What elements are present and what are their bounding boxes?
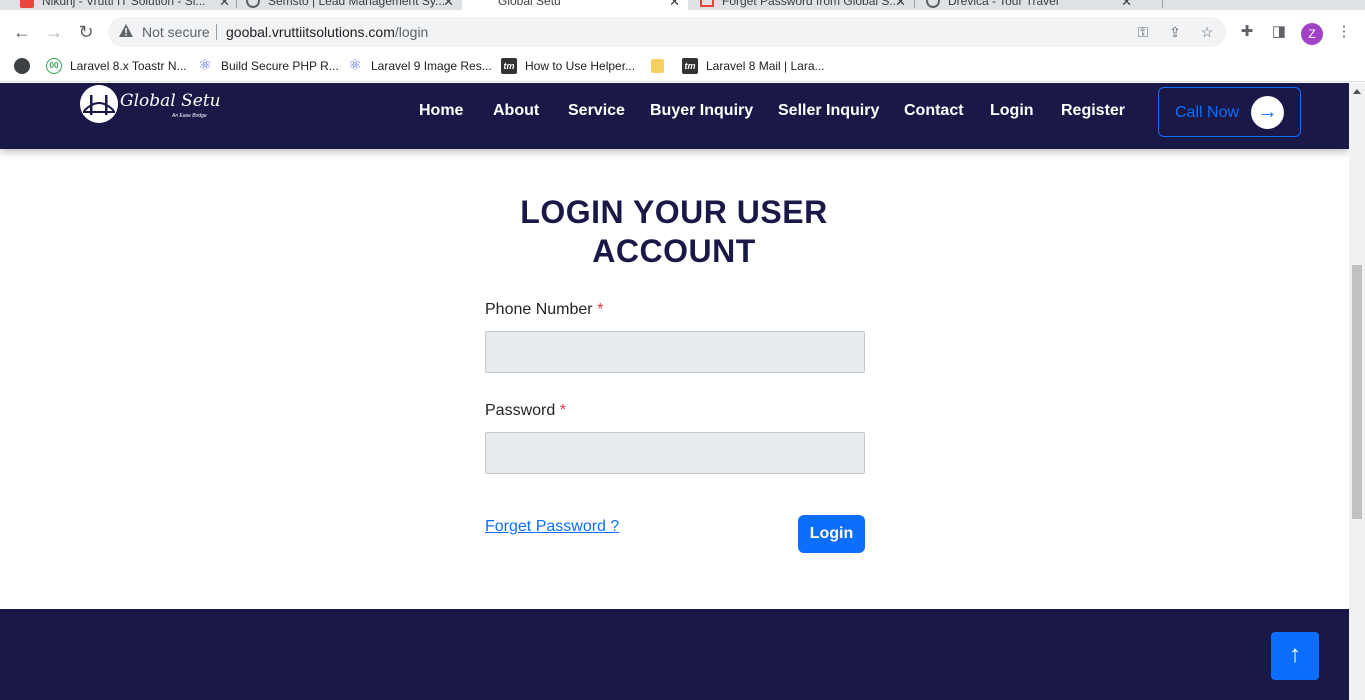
menu-kebab-icon[interactable]: ⋮ — [1335, 23, 1353, 41]
extensions-icon[interactable]: ✚ — [1238, 23, 1256, 41]
omnibox-divider — [216, 24, 217, 40]
url-host: goobal.vruttiitsolutions.com — [226, 24, 395, 40]
password-input[interactable] — [485, 432, 865, 474]
bookmark-label: How to Use Helper... — [525, 59, 636, 73]
tab-title: Nikunj - Vrutti IT Solution - Sl... — [42, 0, 206, 8]
password-label-text: Password — [485, 402, 556, 419]
arrow-up-icon: ↑ — [1289, 641, 1301, 668]
browser-toolbar: ← → ↻ Not secure goobal.vruttiitsolution… — [0, 10, 1365, 50]
globe-icon — [246, 0, 260, 8]
bookmark-item[interactable]: ⚛ Build Secure PHP R... — [197, 58, 339, 74]
tab-semsto[interactable]: Semsto | Lead Management Sy... ✕ — [246, 0, 454, 10]
star-icon[interactable]: ☆ — [1198, 23, 1216, 41]
bookmark-item[interactable]: tm Laravel 8 Mail | Lara... — [682, 58, 825, 74]
nav-service[interactable]: Service — [568, 102, 625, 120]
slack-icon — [20, 0, 34, 8]
tab-nikunj[interactable]: Nikunj - Vrutti IT Solution - Sl... ✕ — [20, 0, 230, 10]
page-scrollbar[interactable] — [1349, 83, 1365, 700]
reload-icon[interactable]: ↻ — [76, 22, 96, 42]
tm-icon: tm — [501, 58, 517, 74]
required-mark: * — [559, 402, 566, 419]
page-viewport: Global Setu An Ease Bridge Home About Se… — [0, 83, 1349, 700]
back-to-top-button[interactable]: ↑ — [1271, 632, 1319, 680]
bookmark-label: Laravel 8.x Toastr N... — [70, 59, 187, 73]
scroll-thumb[interactable] — [1352, 265, 1362, 519]
bookmark-label: Build Secure PHP R... — [221, 59, 339, 73]
scroll-up-arrow-icon[interactable] — [1353, 89, 1361, 94]
globe-icon — [926, 0, 940, 8]
close-icon[interactable]: ✕ — [443, 0, 454, 10]
tab-forget-password[interactable]: Forget Password from Global S... ✕ — [700, 0, 906, 10]
page-title: LOGIN YOUR USER ACCOUNT — [520, 194, 828, 269]
laravel-icon: 00 — [46, 58, 62, 74]
gmail-icon — [700, 0, 714, 7]
folder-icon — [651, 59, 664, 73]
nav-seller-inquiry[interactable]: Seller Inquiry — [778, 102, 879, 120]
address-bar[interactable]: Not secure goobal.vruttiitsolutions.com/… — [108, 17, 1226, 47]
tab-global-setu[interactable]: Global Setu ✕ — [462, 0, 688, 10]
login-button[interactable]: Login — [798, 515, 865, 553]
globe-icon[interactable] — [14, 58, 30, 74]
tab-title: Semsto | Lead Management Sy... — [268, 0, 445, 8]
bookmark-item[interactable]: ⚛ Laravel 9 Image Res... — [347, 57, 492, 74]
tab-drevica[interactable]: Drevica - Tour Travel ✕ — [926, 0, 1132, 10]
site-footer — [0, 609, 1349, 700]
share-icon[interactable]: ⇪ — [1166, 23, 1184, 41]
new-tab-icon[interactable] — [1162, 0, 1163, 8]
bookmark-folder[interactable] — [651, 58, 672, 74]
logo-text: Global Setu — [120, 91, 221, 111]
tab-title: Global Setu — [498, 0, 561, 8]
bookmarks-bar: 00 Laravel 8.x Toastr N... ⚛ Build Secur… — [0, 50, 1365, 82]
url-path: /login — [394, 24, 429, 40]
react-icon: ⚛ — [198, 57, 212, 74]
back-arrow-icon[interactable]: ← — [12, 22, 32, 42]
site-header: Global Setu An Ease Bridge Home About Se… — [0, 83, 1349, 149]
nav-buyer-inquiry[interactable]: Buyer Inquiry — [650, 102, 753, 120]
bookmark-item[interactable]: 00 Laravel 8.x Toastr N... — [46, 58, 187, 74]
nav-login[interactable]: Login — [990, 102, 1034, 120]
profile-avatar[interactable]: Z — [1301, 23, 1323, 45]
nav-register[interactable]: Register — [1061, 102, 1125, 120]
tab-divider — [236, 0, 237, 8]
warning-icon[interactable] — [118, 23, 134, 39]
browser-tab-strip: Nikunj - Vrutti IT Solution - Sl... ✕ Se… — [0, 0, 1365, 10]
phone-number-input[interactable] — [485, 331, 865, 373]
tab-title: Drevica - Tour Travel — [948, 0, 1059, 8]
forward-arrow-icon[interactable]: → — [44, 22, 64, 42]
close-icon[interactable]: ✕ — [219, 0, 230, 10]
phone-number-label: Phone Number * — [485, 301, 603, 319]
tm-icon: tm — [682, 58, 698, 74]
bookmark-label: Laravel 9 Image Res... — [371, 59, 492, 73]
close-icon[interactable]: ✕ — [1121, 0, 1132, 10]
arrow-right-icon: → — [1251, 96, 1284, 129]
security-label[interactable]: Not secure — [142, 24, 210, 40]
side-panel-icon[interactable]: ◨ — [1270, 23, 1288, 41]
forget-password-link[interactable]: Forget Password ? — [485, 518, 619, 536]
tab-divider — [914, 0, 915, 8]
url-text[interactable]: goobal.vruttiitsolutions.com/login — [226, 24, 428, 40]
close-icon[interactable]: ✕ — [895, 0, 906, 10]
key-icon[interactable]: ⚿ — [1134, 23, 1152, 41]
react-icon: ⚛ — [348, 57, 362, 74]
site-logo[interactable]: Global Setu An Ease Bridge — [80, 85, 221, 125]
phone-number-label-text: Phone Number — [485, 301, 593, 318]
bookmark-item[interactable]: tm How to Use Helper... — [501, 58, 635, 74]
bookmark-label: Laravel 8 Mail | Lara... — [706, 59, 825, 73]
call-now-label: Call Now — [1175, 104, 1240, 121]
bridge-logo-icon — [80, 85, 118, 123]
logo-tagline: An Ease Bridge — [172, 113, 207, 119]
required-mark: * — [597, 301, 604, 318]
password-label: Password * — [485, 402, 566, 420]
close-icon[interactable]: ✕ — [669, 0, 680, 10]
call-now-button[interactable]: Call Now → — [1158, 87, 1301, 137]
nav-contact[interactable]: Contact — [904, 102, 964, 120]
nav-home[interactable]: Home — [419, 102, 463, 120]
tab-title: Forget Password from Global S... — [722, 0, 900, 8]
nav-about[interactable]: About — [493, 102, 539, 120]
